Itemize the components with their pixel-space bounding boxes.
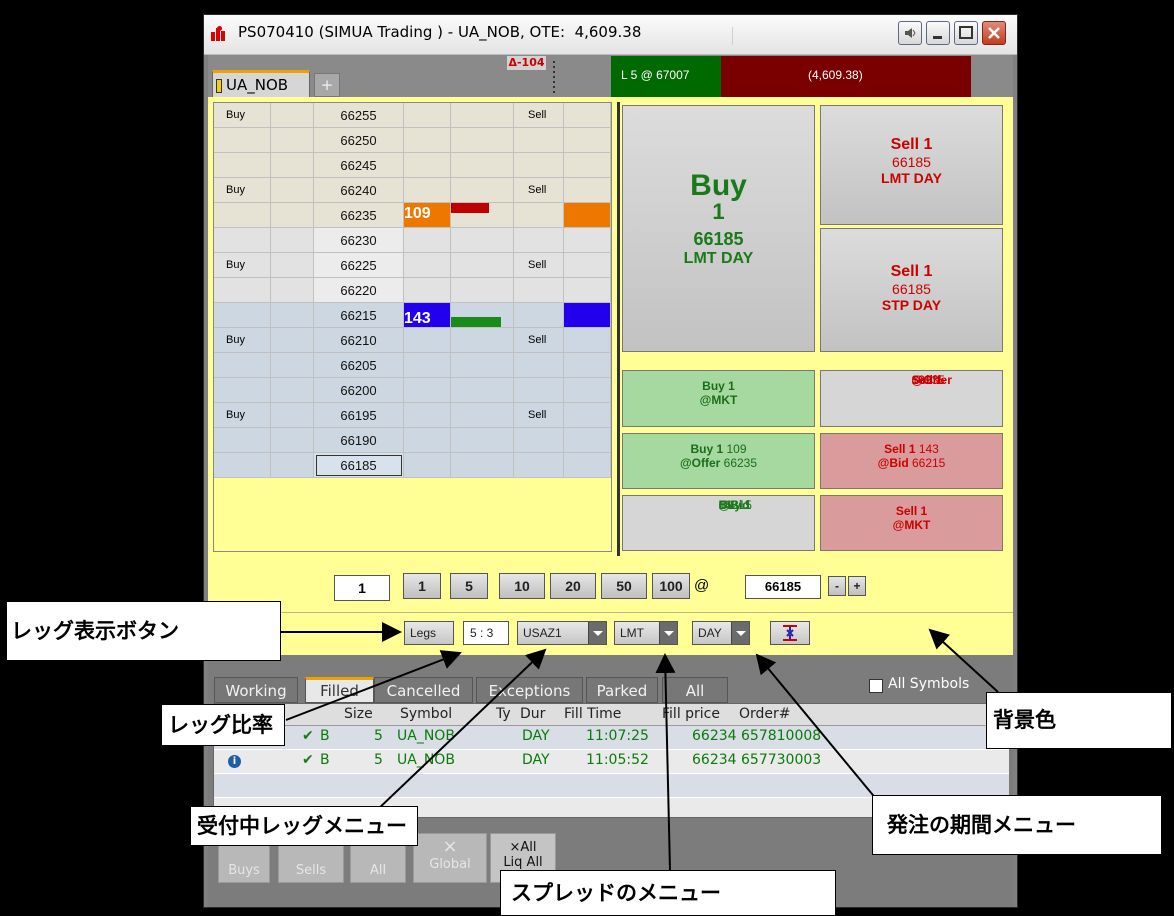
callout-background-color: 背景色	[986, 692, 1172, 749]
callout-leg-ratio: レッグ比率	[161, 704, 285, 746]
callout-active-leg-menu: 受付中レッグメニュー	[190, 806, 418, 846]
callout-spread-menu: スプレッドのメニュー	[500, 870, 836, 916]
callout-legs-button: レッグ表示ボタン	[6, 601, 281, 661]
callout-duration-menu: 発注の期間メニュー	[872, 795, 1162, 855]
callout-arrows	[281, 622, 999, 871]
